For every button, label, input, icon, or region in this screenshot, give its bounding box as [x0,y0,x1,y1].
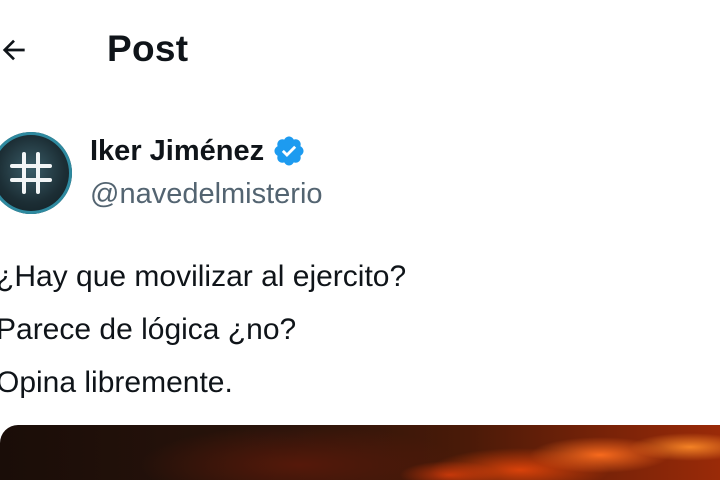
post-text: ¿Hay que movilizar al ejercito? Parece d… [0,250,406,409]
author-name-row: Iker Jiménez [90,134,306,168]
verified-badge-icon [272,134,306,168]
post-media-image[interactable] [0,425,720,480]
arrow-left-icon [2,39,25,61]
post-text-line: ¿Hay que movilizar al ejercito? [0,260,407,293]
post-page: Post Iker Jiménez @navedelmisterio ¿Hay … [0,0,720,480]
post-text-line: Parece de lógica ¿no? [0,313,297,346]
avatar[interactable] [0,132,72,214]
hashtag-icon [10,152,52,194]
author-display-name[interactable]: Iker Jiménez [90,135,264,168]
author-handle[interactable]: @navedelmisterio [90,178,323,211]
post-text-line: Opina libremente. [0,366,233,399]
page-title: Post [107,28,189,69]
back-button[interactable] [0,30,34,70]
